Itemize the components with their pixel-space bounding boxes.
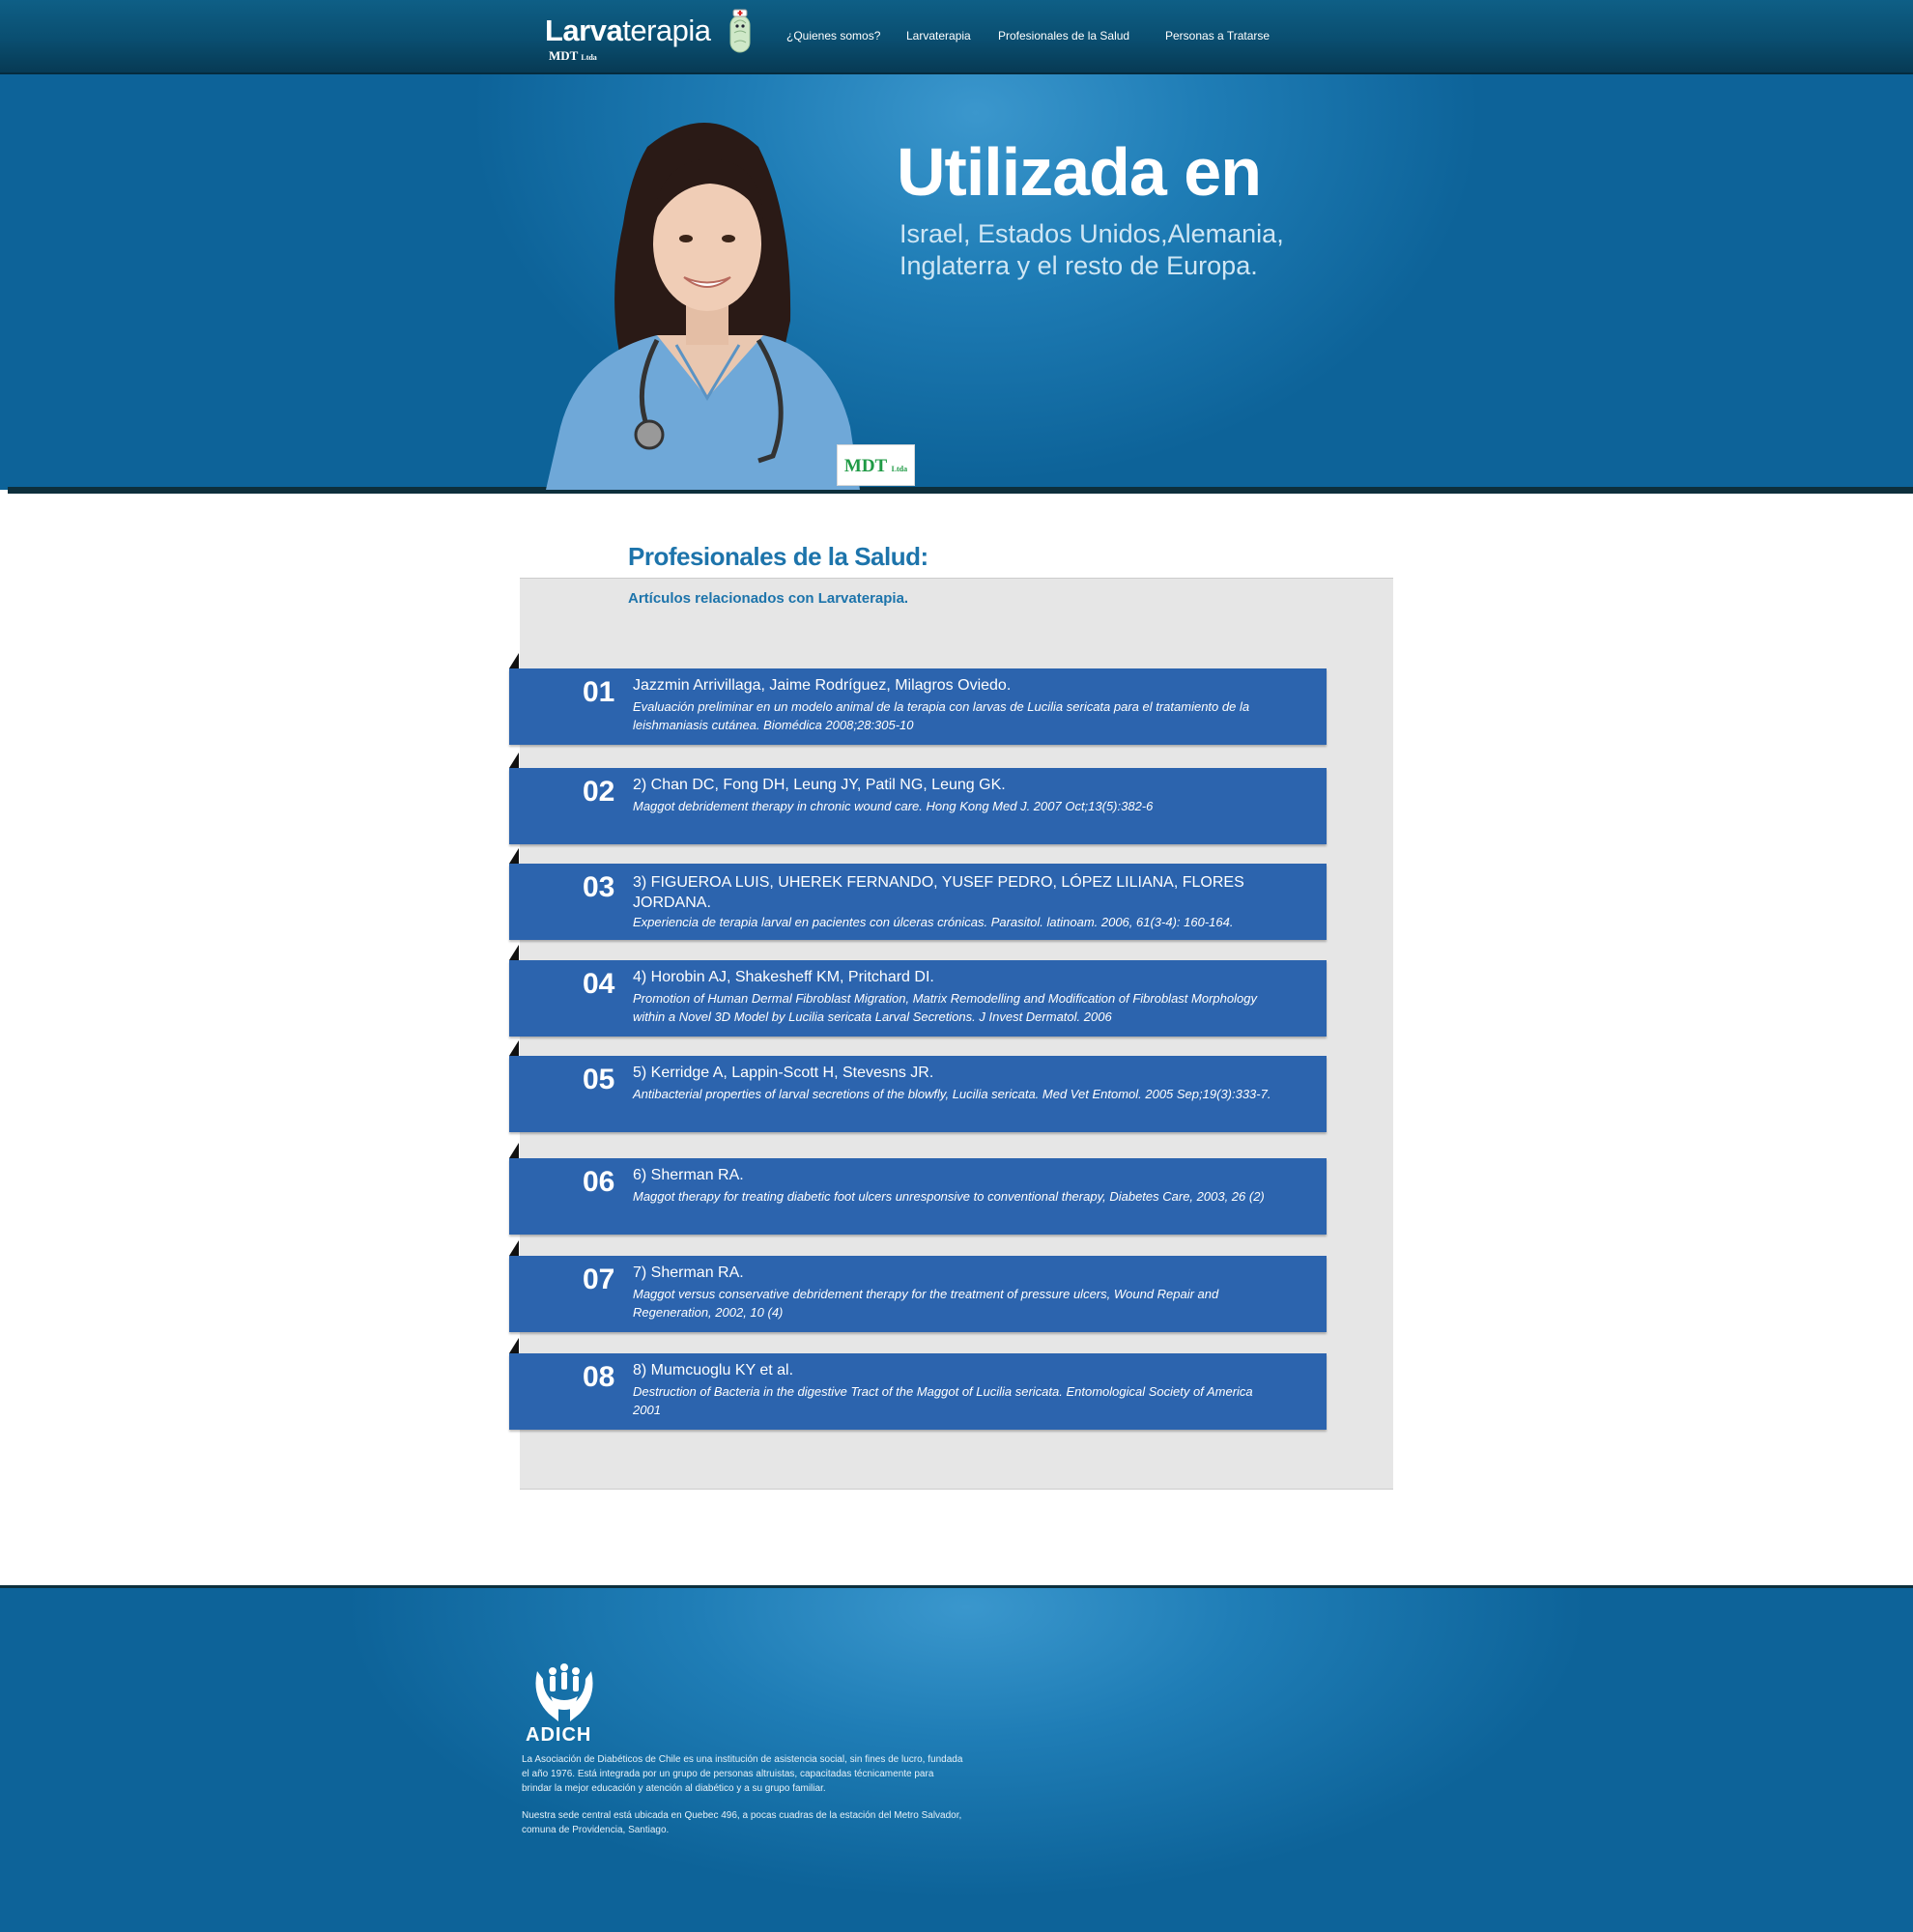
- article-citation: Antibacterial properties of larval secre…: [633, 1087, 1271, 1101]
- ribbon-fold-icon: [509, 848, 519, 864]
- ribbon-fold-icon: [509, 1240, 519, 1256]
- article-item-06[interactable]: 06 6) Sherman RA. Maggot therapy for tre…: [509, 1158, 1327, 1235]
- article-authors: 5) Kerridge A, Lappin-Scott H, Stevesns …: [633, 1065, 934, 1081]
- article-authors: Jazzmin Arrivillaga, Jaime Rodríguez, Mi…: [633, 677, 1012, 694]
- larva-mascot-icon: [729, 9, 751, 53]
- article-number: 07: [583, 1264, 615, 1295]
- mdt-badge: MDT Ltda: [837, 444, 915, 486]
- article-authors: 4) Horobin AJ, Shakesheff KM, Pritchard …: [633, 969, 934, 985]
- ribbon-fold-icon: [509, 753, 519, 768]
- hero-subtitle-line-2: Inglaterra y el resto de Europa.: [899, 251, 1258, 280]
- article-number: 04: [583, 968, 615, 1000]
- footer-paragraph-address: Nuestra sede central está ubicada en Que…: [522, 1810, 962, 1835]
- article-citation: Experiencia de terapia larval en pacient…: [633, 915, 1234, 929]
- article-number: 05: [583, 1064, 615, 1095]
- article-citation: Destruction of Bacteria in the digestive…: [633, 1384, 1253, 1417]
- article-authors: 3) FIGUEROA LUIS, UHEREK FERNANDO, YUSEF…: [633, 874, 1244, 911]
- article-authors: 2) Chan DC, Fong DH, Leung JY, Patil NG,…: [633, 777, 1006, 793]
- article-item-05[interactable]: 05 5) Kerridge A, Lappin-Scott H, Steves…: [509, 1056, 1327, 1132]
- section-subtitle: Artículos relacionados con Larvaterapia.: [628, 590, 909, 607]
- ribbon-fold-icon: [509, 653, 519, 668]
- top-nav-bar: Larvaterapia MDT Ltda ¿Quienes somos? La…: [0, 0, 1913, 74]
- larvaterapia-logo[interactable]: Larvaterapia MDT Ltda: [545, 8, 753, 68]
- doctor-photo: [546, 123, 860, 490]
- ribbon-fold-icon: [509, 1040, 519, 1056]
- footer-paragraph-about: La Asociación de Diabéticos de Chile es …: [522, 1754, 963, 1794]
- ribbon-fold-icon: [509, 1338, 519, 1353]
- ribbon-fold-icon: [509, 1143, 519, 1158]
- nav-profesionales-de-la-salud[interactable]: Profesionales de la Salud: [998, 29, 1129, 43]
- article-number: 06: [583, 1166, 615, 1198]
- nav-personas-a-tratarse[interactable]: Personas a Tratarse: [1165, 29, 1270, 43]
- article-authors: 7) Sherman RA.: [633, 1264, 744, 1281]
- logo-wordmark: Larvaterapia: [545, 14, 711, 47]
- article-item-03[interactable]: 03 3) FIGUEROA LUIS, UHEREK FERNANDO, YU…: [509, 864, 1327, 940]
- article-authors: 8) Mumcuoglu KY et al.: [633, 1362, 794, 1378]
- article-number: 08: [583, 1361, 615, 1393]
- article-citation: Maggot therapy for treating diabetic foo…: [633, 1189, 1265, 1204]
- hero-subtitle-line-1: Israel, Estados Unidos,Alemania,: [899, 219, 1284, 248]
- hero-title: Utilizada en: [897, 134, 1262, 210]
- adich-hands-logo-icon: [535, 1663, 593, 1721]
- hero-divider: [8, 487, 1913, 494]
- section-title: Profesionales de la Salud:: [628, 542, 928, 571]
- hero-subtitle: Israel, Estados Unidos,Alemania, Inglate…: [899, 218, 1284, 282]
- logo-subtitle: MDT Ltda: [549, 48, 597, 63]
- article-item-04[interactable]: 04 4) Horobin AJ, Shakesheff KM, Pritcha…: [509, 960, 1327, 1037]
- nav-quienes-somos[interactable]: ¿Quienes somos?: [786, 29, 880, 43]
- article-citation: Evaluación preliminar en un modelo anima…: [633, 699, 1250, 732]
- article-number: 02: [583, 776, 615, 808]
- article-number: 01: [583, 676, 615, 708]
- adich-name: ADICH: [526, 1724, 592, 1746]
- article-citation: Maggot versus conservative debridement t…: [633, 1287, 1219, 1320]
- article-item-07[interactable]: 07 7) Sherman RA. Maggot versus conserva…: [509, 1256, 1327, 1332]
- ribbon-fold-icon: [509, 945, 519, 960]
- nav-larvaterapia[interactable]: Larvaterapia: [906, 29, 971, 43]
- article-number: 03: [583, 871, 615, 903]
- article-citation: Promotion of Human Dermal Fibroblast Mig…: [633, 991, 1257, 1024]
- article-item-01[interactable]: 01 Jazzmin Arrivillaga, Jaime Rodríguez,…: [509, 668, 1327, 745]
- article-authors: 6) Sherman RA.: [633, 1167, 744, 1183]
- article-item-02[interactable]: 02 2) Chan DC, Fong DH, Leung JY, Patil …: [509, 768, 1327, 844]
- article-citation: Maggot debridement therapy in chronic wo…: [633, 799, 1154, 813]
- article-item-08[interactable]: 08 8) Mumcuoglu KY et al. Destruction of…: [509, 1353, 1327, 1430]
